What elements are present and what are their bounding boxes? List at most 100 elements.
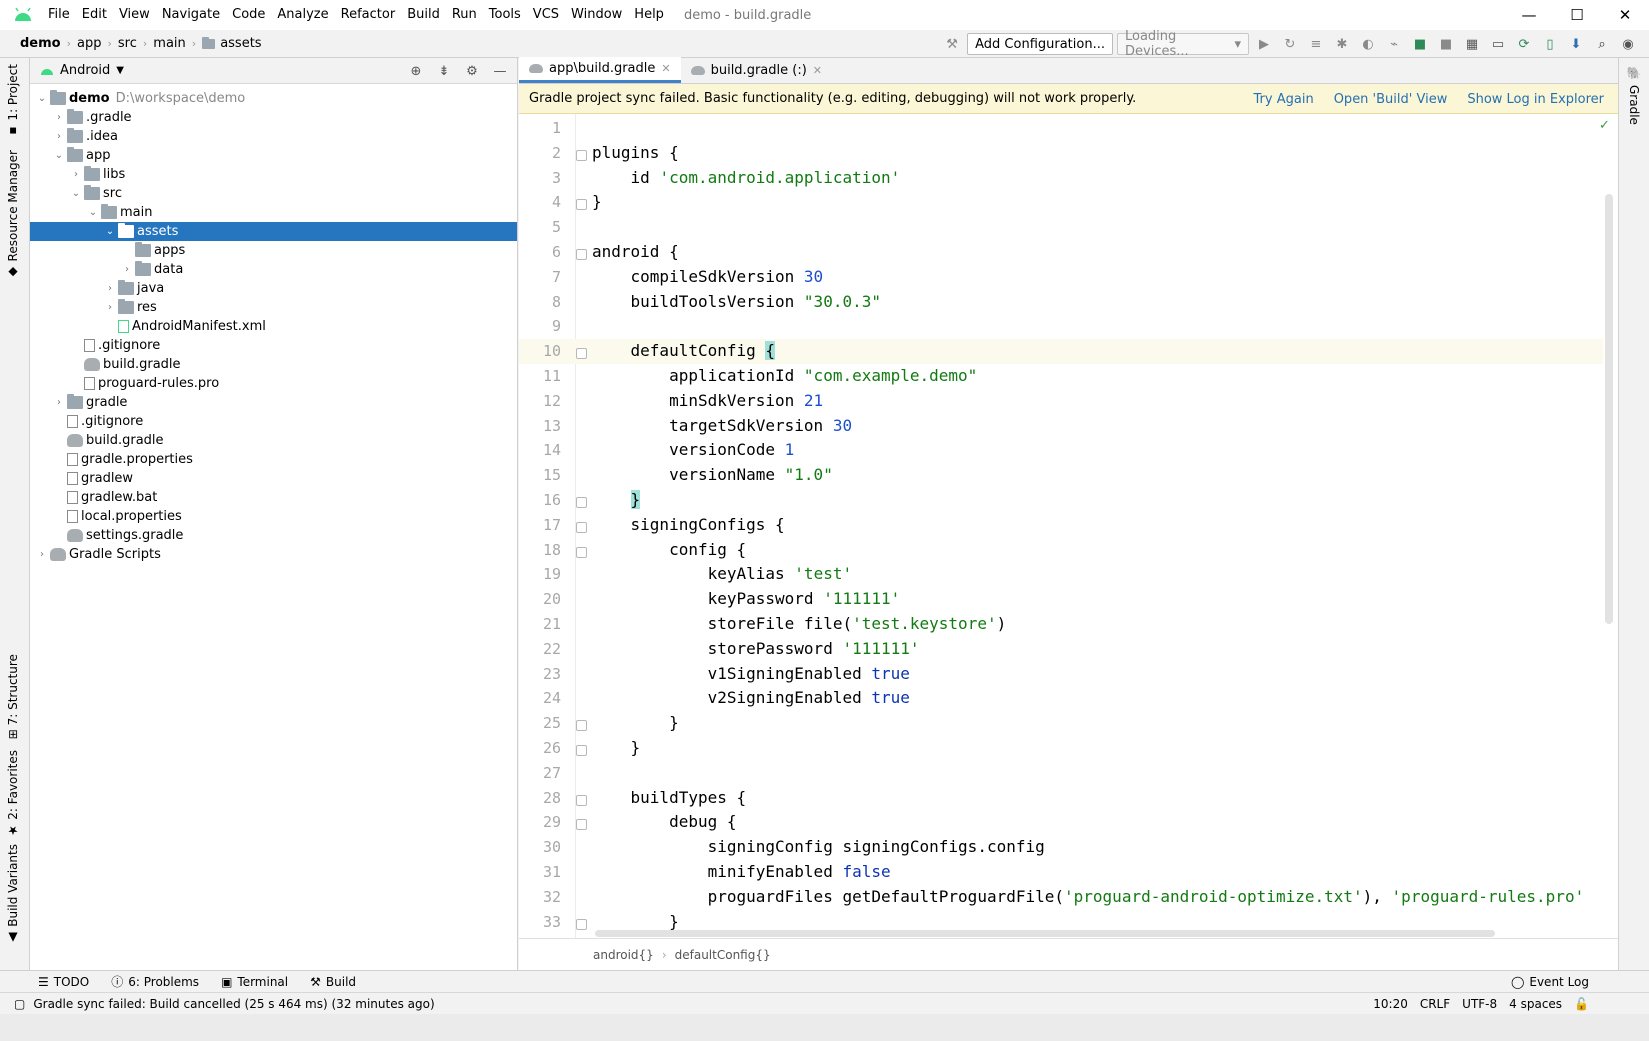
stop-grey-icon[interactable]: ■ xyxy=(1435,33,1457,55)
code-line[interactable]: minSdkVersion 21 xyxy=(592,391,823,410)
code-line[interactable]: storeFile file('test.keystore') xyxy=(592,614,1007,633)
tree-item[interactable]: AndroidManifest.xml xyxy=(30,317,517,336)
tree-item[interactable]: ⌄ src xyxy=(30,184,517,203)
menu-edit[interactable]: Edit xyxy=(76,0,113,30)
chevron-right-icon[interactable]: › xyxy=(102,302,118,313)
tree-item[interactable]: › .idea xyxy=(30,127,517,146)
close-tab-icon[interactable]: ✕ xyxy=(813,64,822,77)
tree-item[interactable]: › java xyxy=(30,279,517,298)
show-log-link[interactable]: Show Log in Explorer xyxy=(1467,92,1604,107)
code-line[interactable]: compileSdkVersion 30 xyxy=(592,267,824,286)
attach-debugger-icon[interactable]: ⌁ xyxy=(1383,33,1405,55)
fold-marker-icon[interactable] xyxy=(576,149,587,161)
tree-item[interactable]: gradlew.bat xyxy=(30,488,517,507)
minimize-button[interactable]: — xyxy=(1505,0,1553,30)
tree-item[interactable]: › res xyxy=(30,298,517,317)
tree-item[interactable]: apps xyxy=(30,241,517,260)
tree-item[interactable]: gradlew xyxy=(30,469,517,488)
tree-item[interactable]: build.gradle xyxy=(30,355,517,374)
tree-item[interactable]: settings.gradle xyxy=(30,526,517,545)
tree-item[interactable]: ⌄ main xyxy=(30,203,517,222)
code-line[interactable]: signingConfigs { xyxy=(592,515,785,534)
chevron-down-icon[interactable]: ⌄ xyxy=(34,93,50,104)
menu-help[interactable]: Help xyxy=(628,0,670,30)
code-line[interactable]: } xyxy=(592,713,679,732)
file-encoding[interactable]: UTF-8 xyxy=(1462,997,1497,1011)
chevron-right-icon[interactable]: › xyxy=(51,397,67,408)
menu-file[interactable]: File xyxy=(42,0,76,30)
chevron-down-icon[interactable]: ⌄ xyxy=(102,226,118,237)
tree-item[interactable]: local.properties xyxy=(30,507,517,526)
tree-item[interactable]: proguard-rules.pro xyxy=(30,374,517,393)
code-line[interactable]: } xyxy=(592,490,641,509)
close-tab-icon[interactable]: ✕ xyxy=(661,62,670,75)
crumb-demo[interactable]: demo xyxy=(20,36,61,51)
chevron-right-icon[interactable]: › xyxy=(51,112,67,123)
menu-code[interactable]: Code xyxy=(226,0,271,30)
todo-tool-button[interactable]: ☰ TODO xyxy=(38,975,89,989)
fold-marker-icon[interactable] xyxy=(576,745,587,756)
device-selector[interactable]: Loading Devices... ▾ xyxy=(1117,29,1249,59)
fold-marker-icon[interactable] xyxy=(576,348,587,360)
code-line[interactable]: minifyEnabled false xyxy=(592,862,891,881)
project-structure-icon[interactable]: ▦ xyxy=(1461,33,1483,55)
sdk-manager-icon[interactable]: ⬇ xyxy=(1565,33,1587,55)
tab-project[interactable]: ▪ 1: Project xyxy=(6,64,20,139)
open-build-view-link[interactable]: Open 'Build' View xyxy=(1334,92,1448,107)
locate-icon[interactable]: ⊕ xyxy=(405,60,427,82)
crumb-android-block[interactable]: android{} xyxy=(593,948,654,962)
tree-item[interactable]: ⌄ app xyxy=(30,146,517,165)
menu-tools[interactable]: Tools xyxy=(483,0,527,30)
try-again-link[interactable]: Try Again xyxy=(1254,92,1314,107)
crumb-defaultconfig-block[interactable]: defaultConfig{} xyxy=(675,948,771,962)
tab-build-variants[interactable]: ▲ Build Variants xyxy=(6,844,20,945)
code-line[interactable]: config { xyxy=(592,540,746,559)
crumb-main[interactable]: main xyxy=(153,36,185,51)
tree-item[interactable]: build.gradle xyxy=(30,431,517,450)
tree-item[interactable]: ⌄ demo D:\workspace\demo xyxy=(30,89,517,108)
debug-icon[interactable]: ✱ xyxy=(1331,33,1353,55)
lock-icon[interactable]: 🔓 xyxy=(1574,997,1589,1011)
menu-build[interactable]: Build xyxy=(401,0,446,30)
chevron-right-icon[interactable]: › xyxy=(102,283,118,294)
tree-item[interactable]: › Gradle Scripts xyxy=(30,545,517,564)
indent-setting[interactable]: 4 spaces xyxy=(1509,997,1562,1011)
apply-code-changes-icon[interactable]: ≡ xyxy=(1305,33,1327,55)
code-line[interactable]: plugins { xyxy=(592,143,679,162)
build-tool-button[interactable]: ⚒ Build xyxy=(310,975,356,989)
crumb-src[interactable]: src xyxy=(118,36,137,51)
tree-item[interactable]: gradle.properties xyxy=(30,450,517,469)
code-editor[interactable]: ✓ 1 2 plugins {3 id 'com.android.applicati… xyxy=(519,114,1618,938)
code-line[interactable]: } xyxy=(592,192,602,211)
fold-marker-icon[interactable] xyxy=(576,249,587,260)
tree-item[interactable]: › gradle xyxy=(30,393,517,412)
stop-icon[interactable]: ■ xyxy=(1409,33,1431,55)
close-button[interactable]: ✕ xyxy=(1601,0,1649,30)
fold-marker-icon[interactable] xyxy=(576,720,587,732)
tab-resource-manager[interactable]: ◆ Resource Manager xyxy=(6,150,20,279)
avd-manager-icon[interactable]: ▭ xyxy=(1487,33,1509,55)
tree-item[interactable]: › libs xyxy=(30,165,517,184)
user-icon[interactable]: ◉ xyxy=(1617,33,1639,55)
tab-favorites[interactable]: ★ 2: Favorites xyxy=(6,750,20,838)
fold-marker-icon[interactable] xyxy=(576,199,587,211)
chevron-right-icon[interactable]: › xyxy=(119,264,135,275)
profile-icon[interactable]: ◐ xyxy=(1357,33,1379,55)
menu-run[interactable]: Run xyxy=(446,0,483,30)
tab-gradle[interactable]: 🐘 Gradle xyxy=(1627,66,1641,125)
status-toggle-icon[interactable]: ▢ xyxy=(14,997,25,1011)
code-line[interactable]: defaultConfig { xyxy=(592,341,776,361)
chevron-right-icon[interactable]: › xyxy=(34,549,50,560)
chevron-down-icon[interactable]: ⌄ xyxy=(68,188,84,199)
collapse-all-icon[interactable]: ⇟ xyxy=(433,60,455,82)
code-line[interactable]: buildToolsVersion "30.0.3" xyxy=(592,292,881,311)
tab-app-build-gradle[interactable]: app\build.gradle ✕ xyxy=(519,57,681,83)
device-manager-icon[interactable]: ▯ xyxy=(1539,33,1561,55)
gear-icon[interactable]: ⚙ xyxy=(461,60,483,82)
code-line[interactable]: versionName "1.0" xyxy=(592,465,833,484)
menu-window[interactable]: Window xyxy=(565,0,628,30)
code-line[interactable]: v1SigningEnabled true xyxy=(592,664,910,683)
maximize-button[interactable]: ☐ xyxy=(1553,0,1601,30)
fold-marker-icon[interactable] xyxy=(576,819,587,831)
hammer-icon[interactable]: ⚒ xyxy=(941,33,963,55)
